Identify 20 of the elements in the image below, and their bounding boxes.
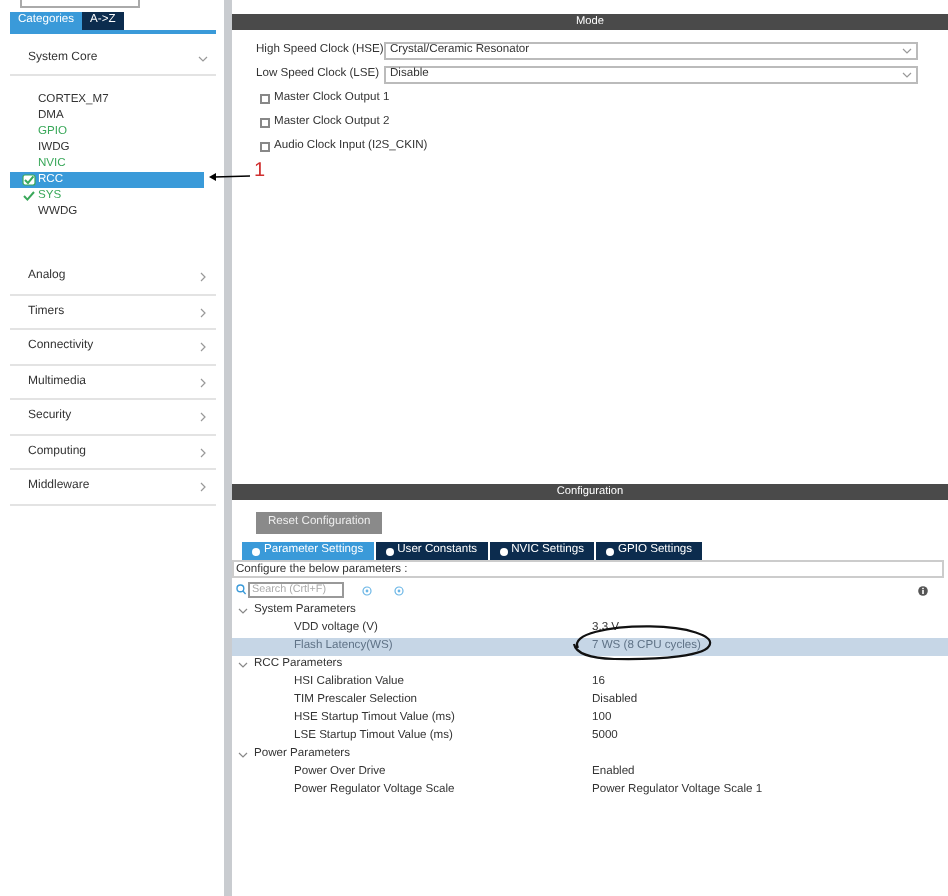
annotation-number: 1 bbox=[254, 160, 266, 184]
checkbox[interactable] bbox=[260, 141, 270, 151]
chevron-right-icon bbox=[198, 272, 208, 283]
chevron-right-icon bbox=[198, 412, 208, 423]
chevron-down-icon bbox=[902, 45, 912, 55]
checkbox[interactable] bbox=[260, 117, 270, 127]
chevron-down-icon bbox=[198, 53, 208, 64]
chevron-right-icon bbox=[198, 307, 208, 318]
chevron-right-icon bbox=[198, 342, 208, 353]
search-field[interactable] bbox=[20, 0, 140, 8]
info-icon bbox=[918, 585, 928, 595]
chevron-right-icon bbox=[198, 377, 208, 388]
chevron-right-icon bbox=[198, 482, 208, 493]
checkbox[interactable] bbox=[260, 93, 270, 103]
chevron-right-icon bbox=[198, 447, 208, 458]
chevron-down-icon bbox=[902, 69, 912, 79]
info-icon bbox=[362, 585, 372, 595]
arrow-icon bbox=[208, 170, 252, 182]
search-icon bbox=[236, 584, 246, 596]
info-icon bbox=[394, 585, 404, 595]
